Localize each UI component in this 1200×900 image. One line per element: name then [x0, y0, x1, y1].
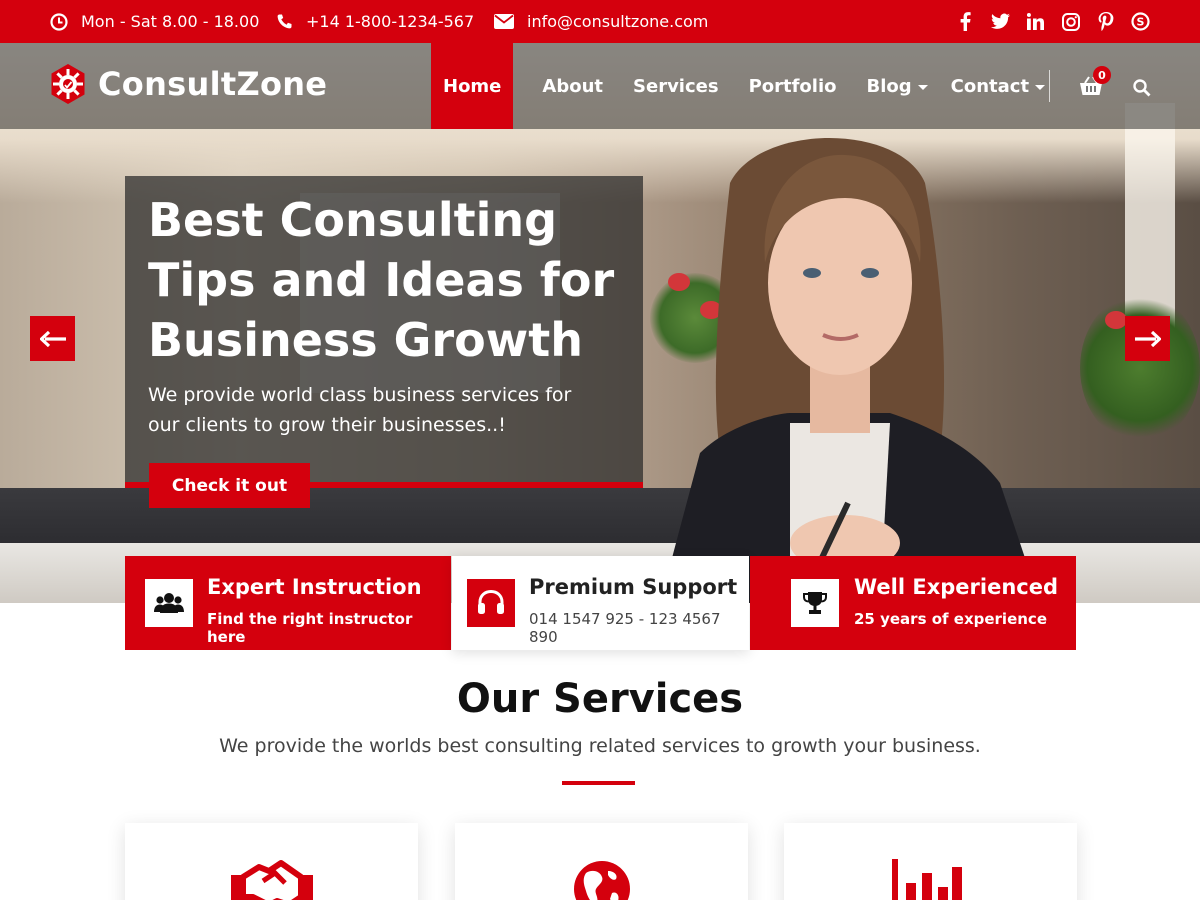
instagram-icon[interactable] [1061, 12, 1080, 31]
email-text[interactable]: info@consultzone.com [527, 12, 708, 31]
feature-title: Well Experienced [854, 575, 1059, 599]
headset-icon [467, 579, 515, 627]
feature-expert-instruction[interactable]: Expert Instruction Find the right instru… [125, 556, 451, 650]
arrow-left-icon [39, 330, 66, 347]
cart-count-badge: 0 [1093, 66, 1111, 84]
handshake-icon [231, 860, 313, 900]
globe-icon [574, 861, 630, 900]
feature-title: Premium Support [529, 575, 738, 599]
chevron-down-icon [1035, 84, 1046, 90]
hours-text: Mon - Sat 8.00 - 18.00 [81, 12, 260, 31]
hero-subtitle-line: our clients to grow their businesses..! [148, 414, 506, 436]
contact-phone[interactable]: +14 1-800-1234-567 [276, 0, 474, 43]
envelope-icon [494, 14, 514, 29]
feature-premium-support[interactable]: Premium Support 014 1547 925 - 123 4567 … [452, 556, 749, 650]
business-hours: Mon - Sat 8.00 - 18.00 [50, 0, 259, 43]
contact-email[interactable]: info@consultzone.com [494, 0, 708, 43]
hero-subtitle-line: We provide world class business services… [148, 384, 572, 406]
check-it-out-button[interactable]: Check it out [149, 463, 310, 508]
logo-text[interactable]: ConsultZone [98, 65, 327, 103]
pinterest-icon[interactable] [1096, 12, 1115, 31]
facebook-icon[interactable] [956, 12, 975, 31]
nav-item-home[interactable]: Home [431, 43, 514, 129]
nav-item-label[interactable]: Services [633, 76, 719, 97]
linkedin-icon[interactable] [1026, 12, 1045, 31]
social-links: S [956, 0, 1150, 43]
hero-title-line: Tips and Ideas for [148, 253, 615, 307]
main-navigation: Home About Services Portfolio Blog Conta… [431, 43, 1046, 129]
nav-item-portfolio[interactable]: Portfolio [749, 43, 837, 129]
service-card[interactable] [784, 823, 1077, 900]
search-icon [1133, 79, 1151, 97]
nav-item-services[interactable]: Services [633, 43, 719, 129]
feature-subtitle: 014 1547 925 - 123 4567 890 [529, 610, 721, 646]
site-logo[interactable]: ConsultZone [48, 63, 327, 105]
arrow-right-icon [1134, 330, 1161, 347]
nav-item-about[interactable]: About [542, 43, 603, 129]
site-header: ConsultZone Home About Services Portfoli… [0, 43, 1200, 129]
chevron-down-icon [917, 84, 928, 90]
bar-chart-icon [892, 859, 962, 900]
nav-item-contact[interactable]: Contact [951, 43, 1046, 129]
phone-text[interactable]: +14 1-800-1234-567 [306, 12, 474, 31]
hero-title: Best Consulting Tips and Ideas for Busin… [148, 190, 628, 370]
twitter-icon[interactable] [991, 12, 1010, 31]
nav-divider [1049, 70, 1050, 102]
svg-text:S: S [1137, 16, 1145, 29]
feature-well-experienced[interactable]: Well Experienced 25 years of experience [750, 556, 1076, 650]
nav-item-blog[interactable]: Blog [867, 43, 928, 129]
services-subheading: We provide the worlds best consulting re… [219, 735, 981, 757]
feature-title: Expert Instruction [207, 575, 422, 599]
nav-item-label[interactable]: Portfolio [749, 76, 837, 97]
services-divider [562, 781, 635, 785]
hero-title-line: Best Consulting [148, 193, 558, 247]
service-card[interactable] [125, 823, 418, 900]
logo-gear-icon [51, 64, 85, 104]
phone-icon [277, 14, 292, 29]
hero-subtitle: We provide world class business services… [148, 380, 618, 440]
feature-subtitle: Find the right instructor here [207, 610, 413, 646]
nav-item-label[interactable]: Blog [867, 76, 912, 97]
slider-next-button[interactable] [1125, 316, 1170, 361]
top-info-bar: Mon - Sat 8.00 - 18.00 +14 1-800-1234-56… [0, 0, 1200, 43]
skype-icon[interactable]: S [1131, 12, 1150, 31]
feature-subtitle: 25 years of experience [854, 610, 1047, 628]
search-button[interactable] [1133, 79, 1151, 101]
slider-prev-button[interactable] [30, 316, 75, 361]
hero-background-flower [1105, 311, 1127, 329]
trophy-icon [791, 579, 839, 627]
hero-title-line: Business Growth [148, 313, 583, 367]
clock-icon [50, 12, 68, 31]
users-icon [145, 579, 193, 627]
services-heading: Our Services [456, 676, 744, 722]
nav-item-label[interactable]: Home [443, 76, 501, 97]
nav-item-label[interactable]: About [542, 76, 603, 97]
nav-item-label[interactable]: Contact [951, 76, 1029, 97]
service-card[interactable] [455, 823, 748, 900]
